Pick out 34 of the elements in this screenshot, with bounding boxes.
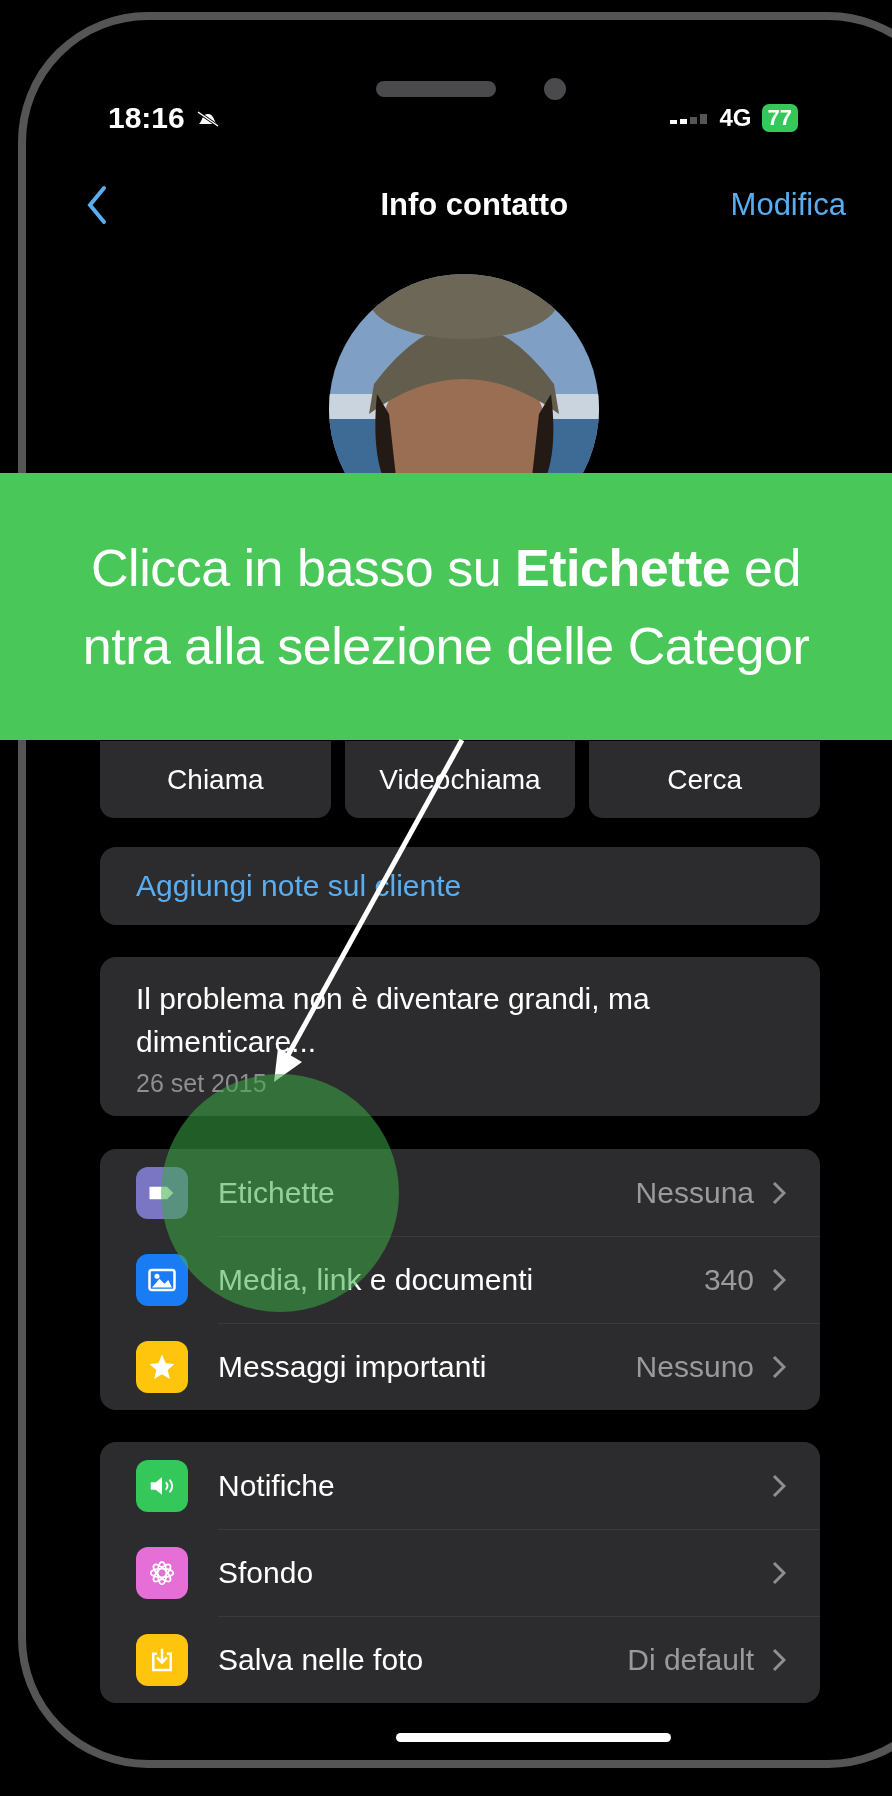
network-label: 4G bbox=[719, 104, 752, 132]
action-button[interactable]: Cerca bbox=[589, 741, 820, 818]
banner-text: ntra alla selezione delle Categor bbox=[82, 615, 810, 676]
edit-link[interactable]: Modifica bbox=[730, 187, 846, 223]
chevron-icon bbox=[772, 1648, 786, 1672]
settings-row[interactable]: Etichette Nessuna bbox=[218, 1149, 820, 1236]
back-icon[interactable] bbox=[86, 185, 108, 225]
row-value: Nessuno bbox=[635, 1350, 754, 1384]
chevron-icon bbox=[772, 1180, 786, 1205]
battery-level: 77 bbox=[761, 104, 798, 132]
row-label: Notifiche bbox=[218, 1468, 336, 1503]
row-label: Media, link e documenti bbox=[218, 1263, 535, 1297]
chevron-icon bbox=[772, 1561, 786, 1585]
chevron-icon bbox=[772, 1268, 786, 1292]
row-label: Salva nelle foto bbox=[218, 1643, 425, 1677]
banner-text: Clicca in basso su Etichette ed bbox=[91, 537, 801, 598]
settings-row[interactable]: Messaggi importanti Nessuno bbox=[218, 1322, 820, 1411]
row-value: Di default bbox=[627, 1643, 754, 1677]
action-button[interactable]: Chiama bbox=[100, 741, 331, 818]
settings-row[interactable]: Sfondo bbox=[218, 1528, 820, 1617]
row-value: Nessuna bbox=[635, 1175, 754, 1210]
settings-row[interactable]: Media, link e documenti 340 bbox=[218, 1235, 820, 1324]
row-value: 340 bbox=[703, 1263, 754, 1297]
row-label: Etichette bbox=[218, 1175, 336, 1210]
settings-row[interactable]: Salva nelle foto Di default bbox=[218, 1615, 820, 1704]
settings-row[interactable]: Notifiche bbox=[218, 1442, 820, 1529]
camera-dot bbox=[544, 78, 566, 100]
chevron-icon bbox=[772, 1473, 786, 1498]
page-title: Info contatto bbox=[380, 187, 569, 223]
signal-icon bbox=[669, 111, 710, 125]
row-label: Sfondo bbox=[218, 1556, 315, 1590]
row-label: Messaggi importanti bbox=[218, 1350, 488, 1384]
chevron-icon bbox=[772, 1355, 786, 1379]
status-time: 18:16 bbox=[108, 101, 185, 135]
